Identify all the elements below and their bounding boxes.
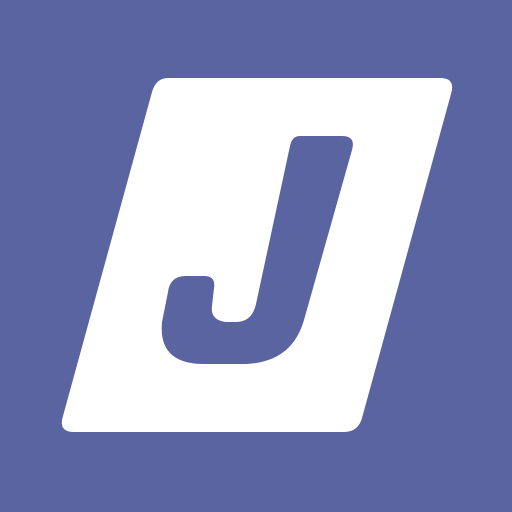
app-icon (0, 0, 512, 512)
logo-svg (0, 0, 512, 512)
